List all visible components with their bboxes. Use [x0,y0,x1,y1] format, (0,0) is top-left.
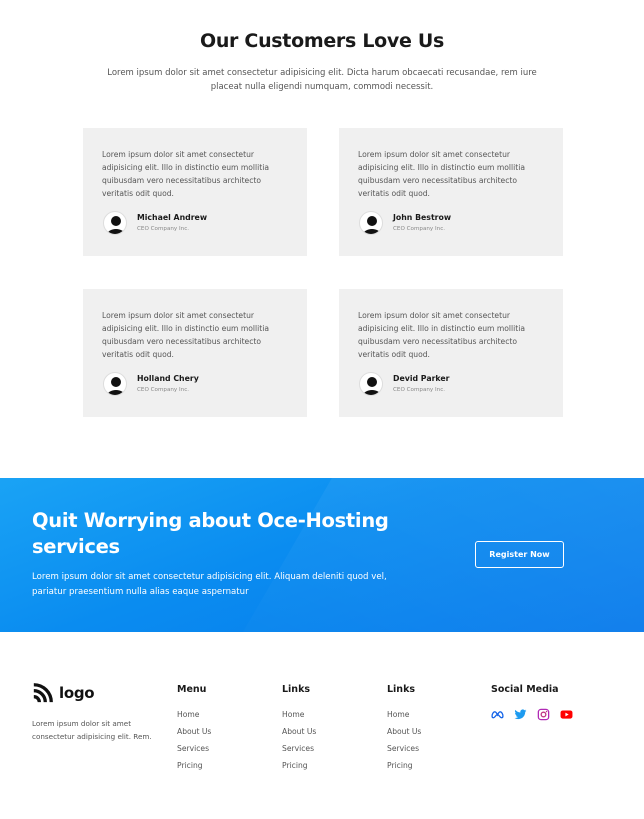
avatar [103,211,127,235]
footer-link-about-us[interactable]: About Us [177,723,211,740]
footer-column-social: Social Media [491,684,573,721]
footer-link-services[interactable]: Services [177,740,211,757]
meta-icon[interactable] [491,706,504,719]
logo-text: logo [59,684,95,702]
user-icon [107,377,125,395]
customer-role: CEO Company Inc. [393,387,446,393]
footer-link-services[interactable]: Services [387,740,421,757]
section-subtitle: Lorem ipsum dolor sit amet consectetur a… [107,68,537,92]
footer-link-services[interactable]: Services [282,740,316,757]
testimonial-text: Lorem ipsum dolor sit amet consectetur a… [358,150,525,198]
instagram-icon[interactable] [537,706,550,721]
footer-description: Lorem ipsum dolor sit amet consectetur a… [32,719,152,741]
footer: logo Lorem ipsum dolor sit amet consecte… [0,632,644,819]
customer-role: CEO Company Inc. [137,387,190,393]
customer-name: Holland Chery [137,374,199,383]
footer-column-links: Links Home About Us Services Pricing [282,684,316,774]
customer-name: John Bestrow [393,213,452,222]
footer-link-about-us[interactable]: About Us [387,723,421,740]
footer-column-menu: Menu Home About Us Services Pricing [177,684,211,774]
footer-column-heading: Menu [177,684,207,695]
customer-role: CEO Company Inc. [137,226,190,232]
customer-name: Devid Parker [393,374,450,383]
footer-link-home[interactable]: Home [282,706,316,723]
social-icons [491,706,573,721]
testimonial-text: Lorem ipsum dolor sit amet consectetur a… [102,150,269,198]
section-title: Our Customers Love Us [199,30,445,52]
testimonial-text: Lorem ipsum dolor sit amet consectetur a… [358,311,525,359]
footer-column-heading: Links [282,684,311,695]
footer-column-links: Links Home About Us Services Pricing [387,684,421,774]
footer-link-home[interactable]: Home [177,706,211,723]
testimonial-card: Lorem ipsum dolor sit amet consectetur a… [339,289,563,417]
twitter-icon[interactable] [514,706,527,720]
user-icon [363,377,381,395]
footer-link-pricing[interactable]: Pricing [177,757,211,774]
footer-link-pricing[interactable]: Pricing [282,757,316,774]
testimonial-text: Lorem ipsum dolor sit amet consectetur a… [102,311,269,359]
testimonials-section: Our Customers Love Us Lorem ipsum dolor … [0,0,644,478]
youtube-icon[interactable] [560,706,573,719]
logo[interactable]: logo [32,681,95,705]
avatar [359,372,383,396]
avatar [103,372,127,396]
testimonial-card: Lorem ipsum dolor sit amet consectetur a… [83,128,307,256]
cta-banner: Quit Worrying about Oce-Hosting services… [0,478,644,632]
testimonial-card: Lorem ipsum dolor sit amet consectetur a… [339,128,563,256]
avatar [359,211,383,235]
footer-column-heading: Social Media [491,684,559,695]
footer-link-about-us[interactable]: About Us [282,723,316,740]
footer-link-pricing[interactable]: Pricing [387,757,421,774]
customer-role: CEO Company Inc. [393,226,446,232]
rss-icon [33,683,53,703]
testimonial-card: Lorem ipsum dolor sit amet consectetur a… [83,289,307,417]
footer-column-heading: Links [387,684,416,695]
cta-title: Quit Worrying about Oce-Hosting services [32,509,389,558]
cta-text: Lorem ipsum dolor sit amet consectetur a… [32,572,387,597]
user-icon [107,216,125,234]
customer-name: Michael Andrew [137,213,208,222]
footer-link-home[interactable]: Home [387,706,421,723]
register-now-button[interactable]: Register Now [475,541,564,568]
user-icon [363,216,381,234]
